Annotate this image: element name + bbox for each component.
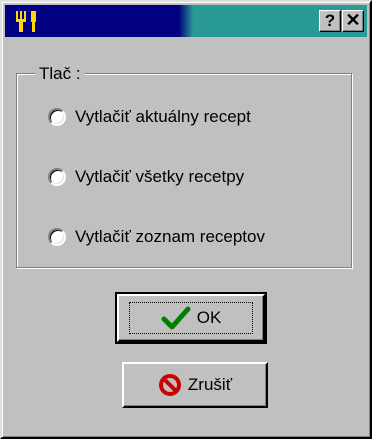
radio-button-circle[interactable] [48, 168, 66, 186]
radio-label: Vytlačiť aktuálny recept [75, 107, 251, 126]
no-entry-icon [158, 374, 181, 396]
radio-label: Vytlačiť všetky recetpy [75, 167, 245, 186]
radio-print-current-recipe[interactable]: Vytlačiť aktuálny recept [48, 105, 251, 129]
ok-button-label: OK [196, 308, 222, 327]
radio-print-all-recipes[interactable]: Vytlačiť všetky recetpy [48, 165, 244, 189]
help-button[interactable]: ? [319, 10, 341, 32]
print-group-label: Tlač : [35, 64, 85, 84]
ok-button[interactable]: OK [115, 292, 267, 344]
print-dialog: ? ✕ Tlač : Vytlačiť aktuálny recept Vytl… [0, 0, 372, 439]
radio-button-circle[interactable] [48, 228, 66, 246]
title-bar[interactable]: ? ✕ [5, 5, 367, 37]
ok-button-focus: OK [129, 302, 253, 334]
close-button[interactable]: ✕ [342, 10, 364, 32]
radio-button-circle[interactable] [48, 108, 66, 126]
cancel-button-label: Zrušiť [187, 375, 233, 394]
cancel-button[interactable]: Zrušiť [122, 362, 268, 408]
radio-print-recipe-list[interactable]: Vytlačiť zoznam receptov [48, 225, 265, 249]
checkmark-icon [161, 306, 191, 330]
radio-label: Vytlačiť zoznam receptov [75, 227, 265, 246]
fork-knife-icon [16, 11, 36, 32]
